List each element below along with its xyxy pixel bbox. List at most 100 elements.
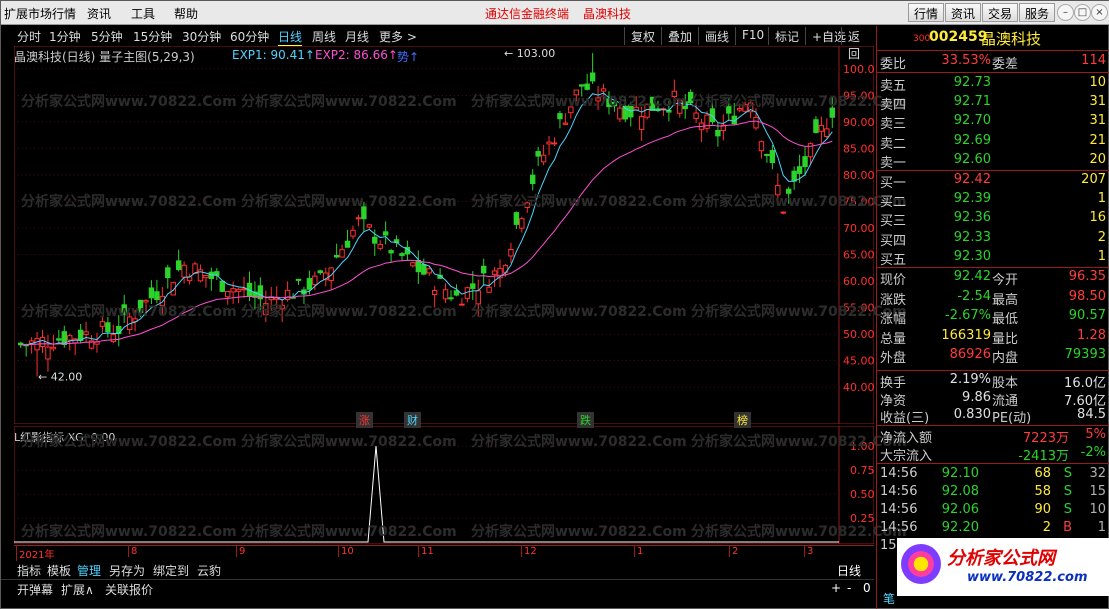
zoom-in-button[interactable]: + <box>831 581 841 595</box>
y-tick-label: 40.00 <box>843 381 874 394</box>
quote-row: 现价 92.42 今开 96.35 <box>877 269 1109 288</box>
bid-qty: 207 <box>1081 172 1106 187</box>
period-tab-active[interactable]: 日线 <box>278 28 303 46</box>
candle-body <box>818 124 825 132</box>
adjust-button[interactable]: 复权 <box>624 27 661 45</box>
menu-tools[interactable]: 工具 <box>131 5 155 22</box>
tab-template[interactable]: 模板 <box>47 562 71 579</box>
tab-bind[interactable]: 绑定到 <box>153 562 189 579</box>
candle-body <box>448 297 454 300</box>
bid-price: 92.33 <box>953 229 991 245</box>
candlestick-chart[interactable]: 40.00 45.00 50.00 55.00 60.00 65.00 70.00 75.00… <box>14 46 874 424</box>
period-tab[interactable]: 周线 <box>312 28 336 45</box>
period-tab[interactable]: 月线 <box>345 28 369 45</box>
info-button[interactable]: 资讯 <box>945 3 982 22</box>
menu-market[interactable]: 扩展市场行情 <box>4 5 76 22</box>
event-rank-marker[interactable]: 榜 <box>734 412 751 428</box>
high-label: ← 103.00 <box>504 47 555 60</box>
quote-label2: 今开 <box>992 273 1019 288</box>
candle-body <box>796 166 803 174</box>
bid-qty: 1 <box>1097 248 1106 264</box>
candle-body <box>671 90 678 97</box>
zoom-reset-button[interactable]: 0 <box>863 581 871 595</box>
back-button[interactable]: 返回 <box>841 27 874 61</box>
period-tab[interactable]: 1分钟 <box>49 28 81 45</box>
candle-body <box>99 321 106 327</box>
service-button[interactable]: 服务 <box>1019 3 1056 22</box>
maximize-icon[interactable]: □ <box>1074 4 1091 21</box>
candle-body <box>519 218 525 229</box>
quote-label: 涨幅 <box>880 312 907 327</box>
stat-label2: 股本 <box>992 376 1019 391</box>
tab-expand[interactable]: 扩展∧ <box>61 581 94 598</box>
candle-body <box>764 154 770 157</box>
candle-body <box>72 338 78 344</box>
period-more[interactable]: 更多 > <box>379 28 417 45</box>
menu-help[interactable]: 帮助 <box>174 5 198 22</box>
promo-link[interactable]: 通达信金融终端 <box>485 5 569 22</box>
chart-title: 晶澳科技(日线) 量子主图(5,29,3) <box>14 50 195 64</box>
minimize-icon[interactable]: – <box>1057 4 1074 21</box>
candle-body <box>791 170 797 182</box>
chart-legend: 晶澳科技(日线) 量子主图(5,29,3) EXP1: 90.41↑ EXP2:… <box>14 48 419 65</box>
tick-row: 14:56 92.10 68 S 32 <box>877 466 1109 484</box>
flow-pct: 5% <box>1085 427 1106 442</box>
tab-manage[interactable]: 管理 <box>77 562 101 579</box>
candle-body <box>372 236 378 244</box>
quote-row: 涨跌 -2.54 最高 98.50 <box>877 288 1109 308</box>
candle-body <box>786 188 792 194</box>
tab-indicator[interactable]: 指标 <box>17 562 41 579</box>
ask-label: 卖三 <box>880 117 907 133</box>
candle-body <box>344 240 351 248</box>
period-tab[interactable]: 15分钟 <box>133 28 172 45</box>
sub-y-tick-label: 0.75 <box>850 464 874 477</box>
candle-body <box>617 107 623 120</box>
tab-saveas[interactable]: 另存为 <box>109 562 145 579</box>
event-up-marker[interactable]: 涨 <box>356 412 373 428</box>
bid-label: 买二 <box>880 195 907 211</box>
candle-body <box>736 108 743 111</box>
ask-qty: 20 <box>1089 151 1106 167</box>
tab-cloud[interactable]: 云豹 <box>197 562 221 579</box>
event-finance-marker[interactable]: 财 <box>404 412 421 428</box>
draw-button[interactable]: 画线 <box>698 27 735 45</box>
trade-button[interactable]: 交易 <box>982 3 1019 22</box>
period-tab[interactable]: 60分钟 <box>230 28 269 45</box>
quote-button[interactable]: 行情 <box>908 3 945 22</box>
f10-button[interactable]: F10 <box>735 27 770 45</box>
event-down-marker[interactable]: 跌 <box>577 412 594 428</box>
flow-pct: -2% <box>1080 445 1106 460</box>
candle-body <box>421 263 427 275</box>
indicator-chart[interactable]: 1.00 0.75 0.50 0.25 <box>14 426 874 544</box>
candle-body <box>377 243 383 249</box>
candle-body <box>431 290 438 295</box>
period-tab[interactable]: 5分钟 <box>91 28 123 45</box>
tab-related-quote[interactable]: 关联报价 <box>105 581 153 598</box>
bid-label: 买三 <box>880 214 907 230</box>
mark-button[interactable]: 标记 <box>768 27 805 45</box>
bottom-tab-label[interactable]: 笔 <box>883 590 895 607</box>
close-icon[interactable]: × <box>1091 4 1108 21</box>
period-tab[interactable]: 30分钟 <box>182 28 221 45</box>
ask-row: 卖二 92.69 21 <box>877 133 1109 152</box>
period-tab[interactable]: 分时 <box>17 28 41 45</box>
candle-body <box>159 295 166 307</box>
overlay-button[interactable]: 叠加 <box>661 27 698 45</box>
quote-value: -2.54 <box>957 288 991 304</box>
zoom-out-button[interactable]: - <box>847 581 851 595</box>
quote-value2: 96.35 <box>1068 269 1106 284</box>
candle-body <box>366 224 373 228</box>
stat-label2: PE(动) <box>992 411 1032 426</box>
sub-y-tick-label: 1.00 <box>850 440 874 453</box>
flower-icon <box>901 544 941 584</box>
code-prefix: 300 <box>913 34 931 44</box>
candle-body <box>333 255 340 258</box>
bottom-tabbar: 开弹幕 扩展∧ 关联报价 + - 0 <box>1 579 874 597</box>
stock-promo-link[interactable]: 晶澳科技 <box>583 5 631 22</box>
tab-danmaku[interactable]: 开弹幕 <box>17 581 53 598</box>
menu-news[interactable]: 资讯 <box>87 5 111 22</box>
candle-body <box>312 275 318 286</box>
candle-body <box>638 116 645 130</box>
candle-body <box>475 290 481 305</box>
candle-body <box>568 106 574 114</box>
